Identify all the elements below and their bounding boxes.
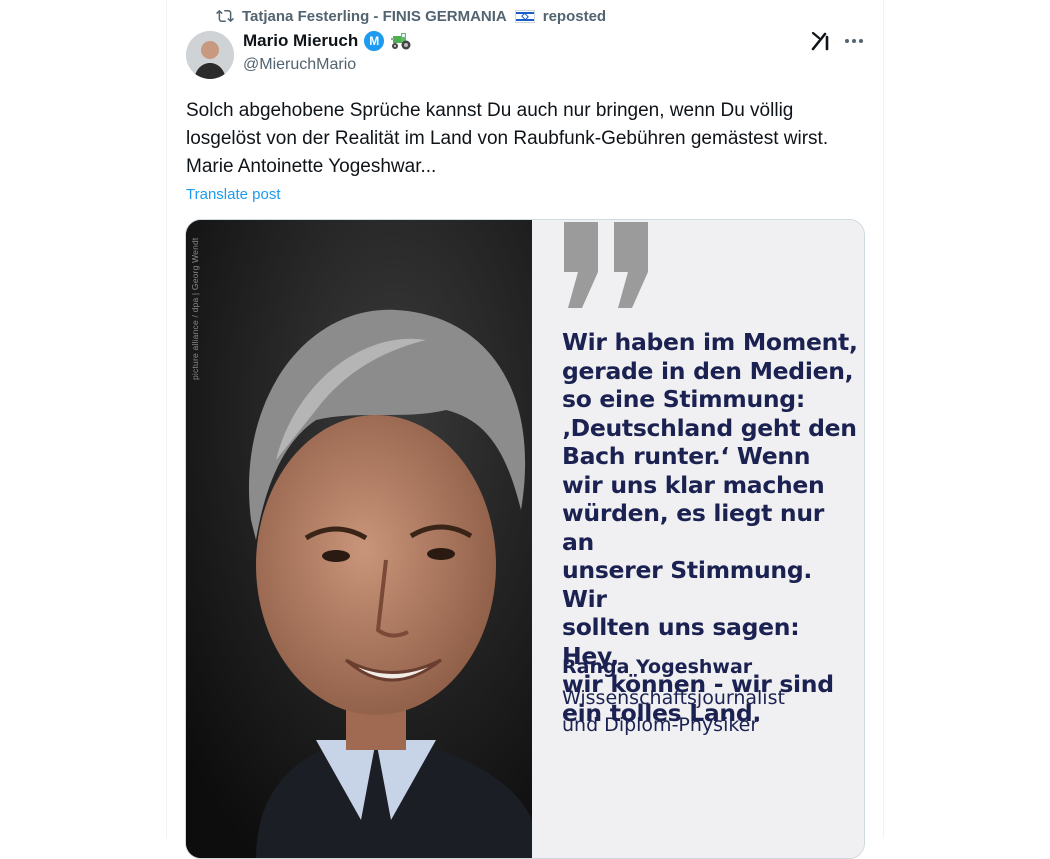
quote-author-role: Wissenschaftsjournalist und Diplom-Physi…: [562, 687, 785, 736]
verified-badge-icon: M: [364, 31, 385, 51]
photo-credit: picture alliance / dpa | Georg Wendt: [190, 237, 200, 381]
translate-post-link[interactable]: Translate post: [186, 186, 281, 203]
more-icon[interactable]: [842, 30, 866, 52]
quote-marks-icon: [564, 222, 648, 308]
portrait-photo: picture alliance / dpa | Georg Wendt: [186, 220, 532, 858]
portrait-illustration: [186, 220, 532, 858]
repost-suffix: reposted: [542, 7, 607, 25]
avatar-image: [186, 31, 234, 79]
repost-icon: [216, 9, 234, 23]
avatar[interactable]: [186, 31, 234, 79]
quote-author: Ranga Yogeshwar: [562, 656, 753, 678]
author-name-row[interactable]: Mario Mieruch M: [243, 31, 412, 51]
israel-flag-icon: [514, 9, 535, 23]
repost-context[interactable]: Tatjana Festerling - FINIS GERMANIA repo…: [216, 6, 606, 26]
grok-icon[interactable]: [810, 30, 832, 52]
author-handle[interactable]: @MieruchMario: [243, 56, 356, 74]
reposter-name[interactable]: Tatjana Festerling - FINIS GERMANIA: [242, 8, 507, 25]
post-text: Solch abgehobene Sprüche kannst Du auch …: [186, 100, 829, 177]
post-media[interactable]: picture alliance / dpa | Georg Wendt Wir…: [185, 219, 865, 859]
author-name[interactable]: Mario Mieruch: [243, 31, 358, 51]
quote-panel: Wir haben im Moment, gerade in den Medie…: [532, 220, 864, 858]
tractor-icon: [391, 33, 411, 50]
